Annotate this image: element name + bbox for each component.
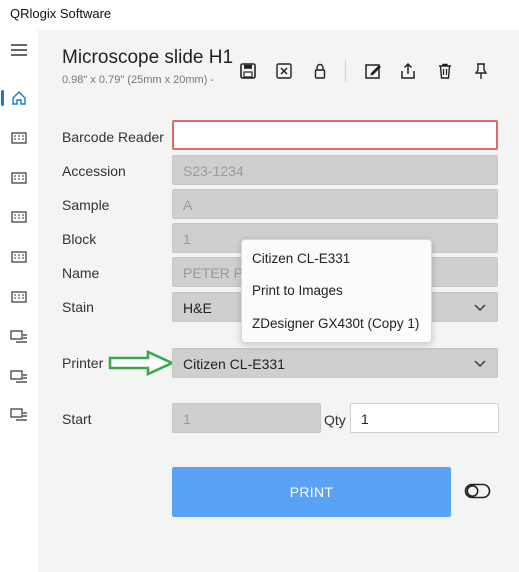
sidebar: [0, 30, 38, 572]
title-bar: QRlogix Software: [0, 0, 519, 30]
sample-field: A: [172, 189, 498, 219]
start-field: 1: [172, 403, 321, 433]
toggle-icon[interactable]: [464, 482, 492, 505]
barcode-label: Barcode Reader: [62, 129, 164, 145]
start-label: Start: [62, 411, 92, 427]
qty-input[interactable]: 1: [350, 403, 499, 433]
barcode-input[interactable]: [172, 120, 498, 150]
printer-option[interactable]: Print to Images: [252, 283, 343, 298]
edit-icon[interactable]: [362, 60, 384, 82]
label-list-icon[interactable]: [6, 405, 32, 425]
label-icon[interactable]: [6, 168, 32, 188]
label-list-icon[interactable]: [6, 367, 32, 387]
sample-label: Sample: [62, 197, 110, 213]
page-subtitle: 0.98" x 0.79" (25mm x 20mm) -: [62, 74, 215, 86]
menu-icon[interactable]: [6, 40, 32, 60]
label-icon[interactable]: [6, 247, 32, 267]
share-icon[interactable]: [397, 60, 419, 82]
main-panel: Microscope slide H1 0.98" x 0.79" (25mm …: [38, 30, 519, 572]
app-title: QRlogix Software: [10, 6, 112, 21]
printer-label: Printer: [62, 355, 104, 371]
close-box-icon[interactable]: [273, 60, 295, 82]
printer-value: Citizen CL-E331: [183, 356, 285, 372]
accession-field: S23-1234: [172, 155, 498, 185]
printer-option[interactable]: ZDesigner GX430t (Copy 1): [252, 316, 419, 331]
chevron-down-icon: [473, 300, 487, 317]
stain-label: Stain: [62, 299, 94, 315]
chevron-down-icon: [473, 356, 487, 373]
page-title: Microscope slide H1: [62, 47, 234, 68]
label-icon[interactable]: [6, 128, 32, 148]
save-icon[interactable]: [237, 60, 259, 82]
label-list-icon[interactable]: [6, 327, 32, 347]
printer-dropdown-menu: Citizen CL-E331 Print to Images ZDesigne…: [241, 239, 432, 343]
qty-label: Qty: [324, 412, 346, 428]
block-label: Block: [62, 231, 97, 247]
lock-icon[interactable]: [309, 60, 331, 82]
label-icon[interactable]: [6, 287, 32, 307]
accession-label: Accession: [62, 163, 126, 179]
stain-value: H&E: [183, 300, 212, 316]
home-icon[interactable]: [1, 88, 32, 108]
green-arrow-annotation: [108, 349, 176, 381]
label-icon[interactable]: [6, 207, 32, 227]
name-label: Name: [62, 265, 100, 281]
delete-icon[interactable]: [434, 60, 456, 82]
printer-option[interactable]: Citizen CL-E331: [252, 251, 350, 266]
printer-select[interactable]: Citizen CL-E331: [172, 348, 498, 378]
toolbar-divider: [345, 60, 346, 82]
pin-icon[interactable]: [470, 60, 492, 82]
print-button[interactable]: PRINT: [172, 467, 451, 517]
